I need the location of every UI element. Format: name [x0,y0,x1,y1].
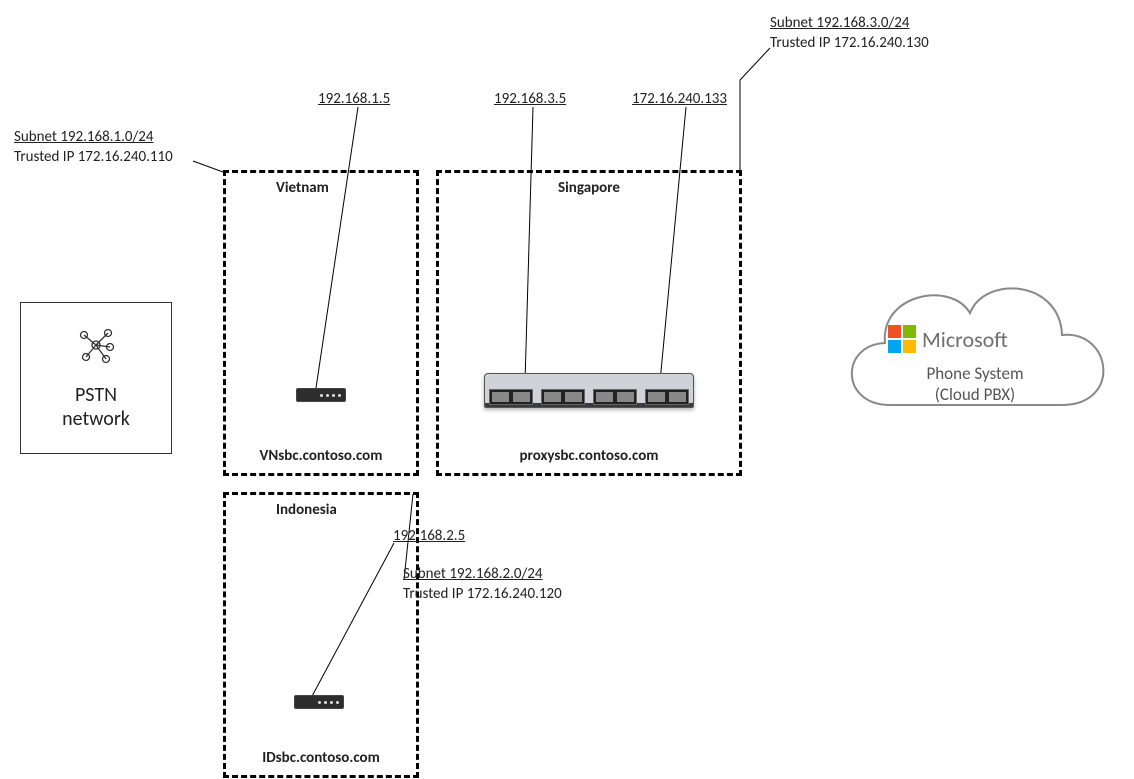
singapore-subnet-callout: Subnet 192.168.3.0/24 Trusted IP 172.16.… [770,14,929,53]
microsoft-cloud: Microsoft Phone System (Cloud PBX) [830,235,1120,445]
vietnam-trusted-text: Trusted IP 172.16.240.110 [14,148,173,168]
indonesia-subnet-callout: Subnet 192.168.2.0/24 Trusted IP 172.16.… [403,565,562,604]
vietnam-sbc-device-icon [296,388,346,402]
site-vietnam-host: VNsbc.contoso.com [226,447,416,465]
site-singapore-host: proxysbc.contoso.com [439,447,739,465]
vietnam-subnet-text: Subnet 192.168.1.0/24 [14,128,173,148]
singapore-subnet-text: Subnet 192.168.3.0/24 [770,14,929,34]
pstn-network-box: PSTN network [20,302,172,454]
pstn-title: PSTN network [21,383,171,431]
site-singapore-box: Singapore proxysbc.contoso.com [436,170,742,476]
proxy-sbc-device-icon [484,373,694,408]
cloud-subtitle: Phone System (Cloud PBX) [830,363,1120,405]
singapore-trusted-text: Trusted IP 172.16.240.130 [770,34,929,54]
microsoft-logo: Microsoft [888,325,1008,353]
indonesia-trusted-text: Trusted IP 172.16.240.120 [403,585,562,605]
vietnam-sbc-ip-label: 192.168.1.5 [318,90,390,110]
microsoft-logo-icon [888,325,916,353]
vietnam-subnet-callout: Subnet 192.168.1.0/24 Trusted IP 172.16.… [14,128,173,167]
indonesia-subnet-text: Subnet 192.168.2.0/24 [403,565,562,585]
site-singapore-title: Singapore [439,179,739,197]
site-indonesia-box: Indonesia IDsbc.contoso.com [223,492,419,778]
network-graph-icon [76,325,116,365]
singapore-sbc-ip-label: 192.168.3.5 [494,90,566,110]
site-vietnam-box: Vietnam VNsbc.contoso.com [223,170,419,476]
proxy-public-ip-label: 172.16.240.133 [632,90,727,110]
site-indonesia-title: Indonesia [226,501,466,519]
indonesia-sbc-device-icon [294,695,344,709]
indonesia-sbc-ip-label: 192.168.2.5 [393,527,465,547]
site-indonesia-host: IDsbc.contoso.com [226,749,416,767]
microsoft-wordmark: Microsoft [922,326,1008,353]
site-vietnam-title: Vietnam [226,179,466,197]
